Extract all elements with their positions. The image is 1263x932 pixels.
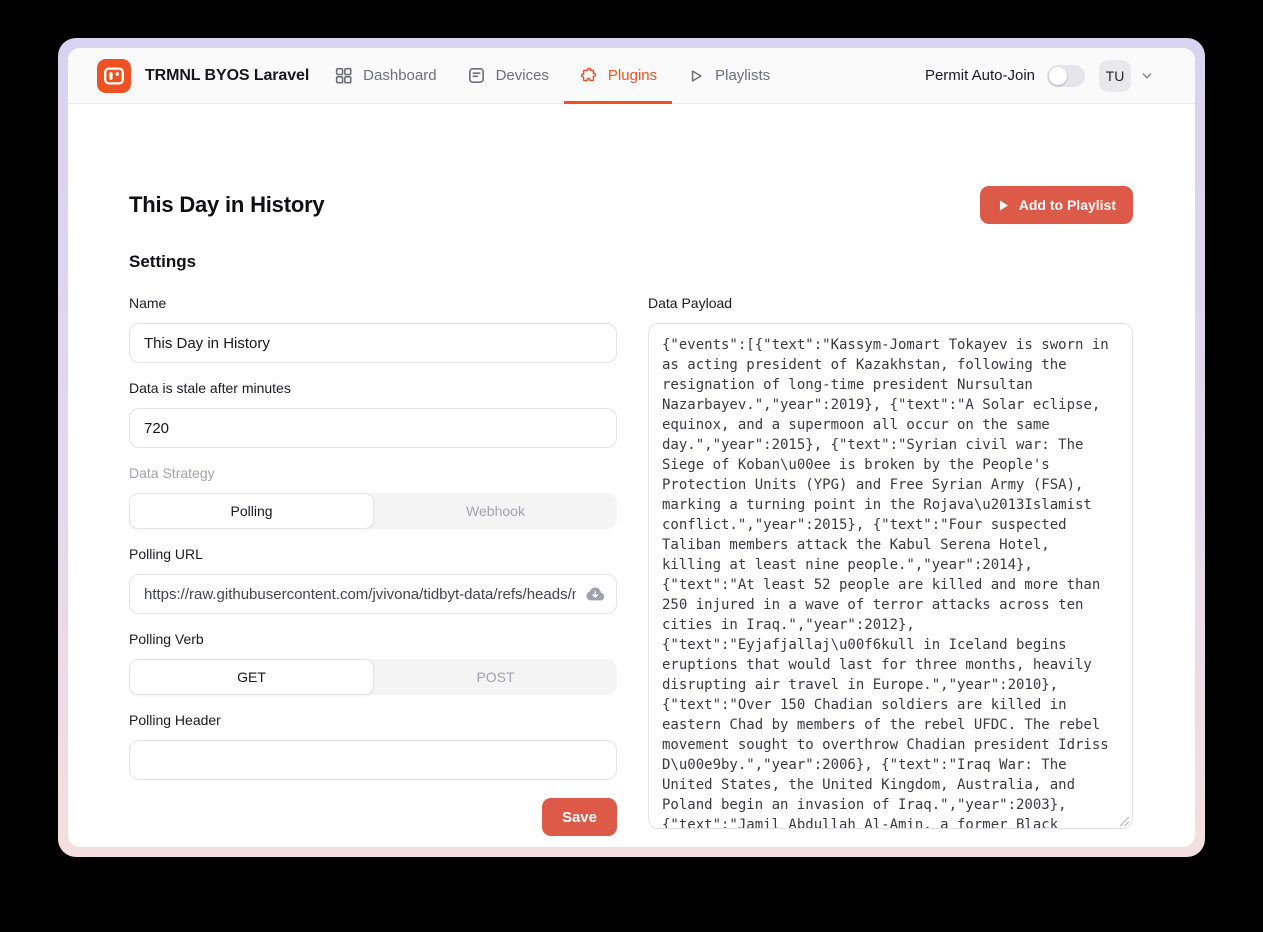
- app-window: TRMNL BYOS Laravel Dashboard: [58, 38, 1205, 857]
- polling-header-label: Polling Header: [129, 712, 617, 729]
- permit-auto-join-toggle[interactable]: [1047, 65, 1085, 87]
- dashboard-grid-icon: [334, 66, 353, 85]
- strategy-option-polling[interactable]: Polling: [129, 493, 374, 529]
- data-payload-label: Data Payload: [648, 295, 1133, 312]
- permit-auto-join-label: Permit Auto-Join: [925, 67, 1035, 84]
- name-input[interactable]: [129, 323, 617, 363]
- nav-label: Plugins: [608, 67, 657, 84]
- chevron-down-icon[interactable]: [1139, 68, 1155, 84]
- polling-verb-segmented: GET POST: [129, 659, 617, 695]
- verb-option-post[interactable]: POST: [374, 659, 617, 695]
- name-label: Name: [129, 295, 617, 312]
- polling-header-input[interactable]: [129, 740, 617, 780]
- app-header: TRMNL BYOS Laravel Dashboard: [68, 48, 1195, 104]
- nav-label: Playlists: [715, 67, 770, 84]
- nav-playlists[interactable]: Playlists: [672, 48, 785, 103]
- payload-panel: Data Payload {"events":[{"text":"Kassym-…: [648, 295, 1133, 836]
- nav-label: Devices: [496, 67, 549, 84]
- nav-label: Dashboard: [363, 67, 436, 84]
- cloud-download-icon[interactable]: [584, 583, 606, 605]
- save-button[interactable]: Save: [542, 798, 617, 836]
- polling-verb-label: Polling Verb: [129, 631, 617, 648]
- main-nav: Dashboard Devices: [319, 48, 785, 103]
- textarea-resize-handle[interactable]: [1119, 814, 1130, 825]
- puzzle-icon: [579, 66, 598, 85]
- avatar[interactable]: TU: [1099, 60, 1131, 92]
- strategy-option-webhook[interactable]: Webhook: [374, 493, 617, 529]
- brand[interactable]: TRMNL BYOS Laravel: [97, 59, 309, 93]
- devices-icon: [467, 66, 486, 85]
- stale-minutes-input[interactable]: [129, 408, 617, 448]
- polling-url-input[interactable]: [129, 574, 617, 614]
- page-title: This Day in History: [129, 192, 324, 218]
- stale-minutes-label: Data is stale after minutes: [129, 380, 617, 397]
- app-card: TRMNL BYOS Laravel Dashboard: [68, 48, 1195, 847]
- data-strategy-label: Data Strategy: [129, 465, 617, 482]
- toggle-knob: [1049, 67, 1067, 85]
- play-outline-icon: [687, 67, 705, 85]
- brand-name: TRMNL BYOS Laravel: [145, 67, 309, 85]
- data-payload-textarea[interactable]: {"events":[{"text":"Kassym-Jomart Tokaye…: [648, 323, 1133, 829]
- polling-url-label: Polling URL: [129, 546, 617, 563]
- data-strategy-segmented: Polling Webhook: [129, 493, 617, 529]
- nav-plugins[interactable]: Plugins: [564, 48, 672, 103]
- nav-dashboard[interactable]: Dashboard: [319, 48, 451, 103]
- nav-devices[interactable]: Devices: [452, 48, 564, 103]
- trmnl-logo-icon: [97, 59, 131, 93]
- verb-option-get[interactable]: GET: [129, 659, 374, 695]
- settings-form: Name Data is stale after minutes Data St…: [129, 295, 617, 836]
- play-icon: [997, 199, 1010, 212]
- plugin-settings-page: This Day in History Add to Playlist Sett…: [68, 186, 1195, 836]
- add-to-playlist-button[interactable]: Add to Playlist: [980, 186, 1133, 224]
- settings-heading: Settings: [129, 252, 1133, 272]
- add-to-playlist-label: Add to Playlist: [1019, 197, 1116, 213]
- header-right: Permit Auto-Join TU: [925, 60, 1155, 92]
